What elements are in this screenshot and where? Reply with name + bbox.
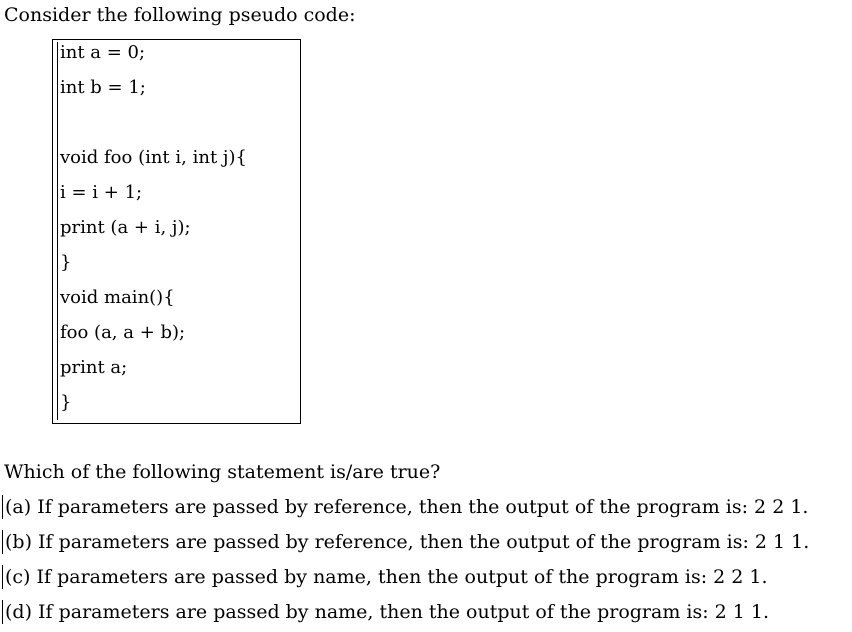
code-line: } [60, 392, 72, 413]
code-line: int b = 1; [60, 77, 146, 98]
code-line: int a = 0; [60, 42, 146, 63]
intro-text: Consider the following pseudo code: [4, 4, 356, 26]
option-b: (b) If parameters are passed by referenc… [2, 530, 809, 554]
option-d: (d) If parameters are passed by name, th… [2, 600, 769, 624]
code-line: foo (a, a + b); [60, 322, 186, 343]
code-box-rail [57, 42, 58, 420]
question-text: Which of the following statement is/are … [4, 461, 441, 483]
code-box: int a = 0; int b = 1; void foo (int i, i… [52, 39, 301, 424]
option-c: (c) If parameters are passed by name, th… [2, 565, 768, 589]
code-line: } [60, 252, 72, 273]
code-line: print (a + i, j); [60, 217, 191, 238]
code-line: void main(){ [60, 287, 175, 308]
option-a: (a) If parameters are passed by referenc… [2, 495, 808, 519]
code-line: print a; [60, 357, 128, 378]
code-line: void foo (int i, int j){ [60, 147, 247, 168]
code-line: i = i + 1; [60, 182, 143, 203]
